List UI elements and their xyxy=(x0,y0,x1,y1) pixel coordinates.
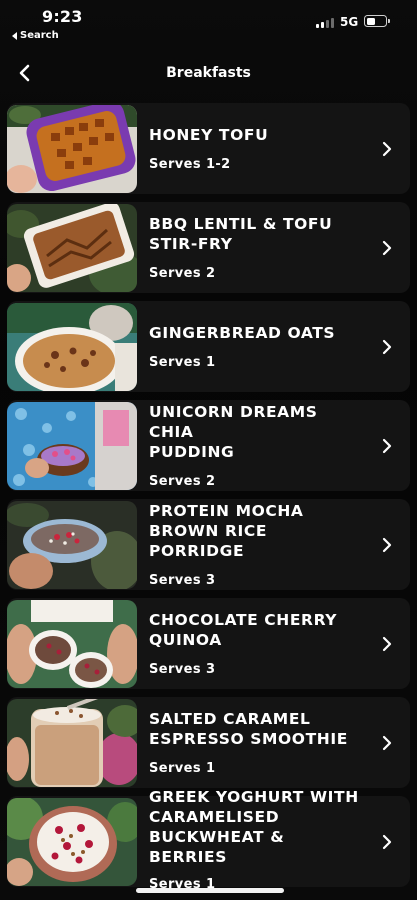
recipe-text: CHOCOLATE CHERRY QUINOA Serves 3 xyxy=(149,598,366,689)
recipe-thumbnail xyxy=(7,204,137,292)
recipe-serves: Serves 1 xyxy=(149,355,216,370)
recipe-card-honey-tofu[interactable]: HONEY TOFU Serves 1-2 xyxy=(7,103,410,194)
recipe-thumbnail xyxy=(7,501,137,589)
recipe-card-greek-yoghurt-caramelised-buckwheat-berries[interactable]: GREEK YOGHURT WITH CARAMELISED BUCKWHEAT… xyxy=(7,788,410,892)
recipe-thumbnail xyxy=(7,798,137,886)
battery-icon xyxy=(364,15,390,27)
chevron-right-icon xyxy=(382,735,392,750)
recipe-card-gingerbread-oats[interactable]: GINGERBREAD OATS Serves 1 xyxy=(7,301,410,392)
screen: 9:23 Search 5G Breakfasts HONEY TOFU Ser… xyxy=(0,0,417,900)
chevron-right-icon xyxy=(382,834,392,849)
recipe-text: UNICORN DREAMS CHIA PUDDING Serves 2 xyxy=(149,400,366,491)
recipe-thumbnail xyxy=(7,600,137,688)
recipe-name: BBQ LENTIL & TOFU STIR-FRY xyxy=(149,215,333,253)
recipe-name: UNICORN DREAMS CHIA PUDDING xyxy=(149,403,318,461)
recipe-serves: Serves 1-2 xyxy=(149,157,231,172)
recipe-thumbnail xyxy=(7,699,137,787)
page-title: Breakfasts xyxy=(166,65,251,81)
recipe-card-protein-mocha-brown-rice-porridge[interactable]: PROTEIN MOCHA BROWN RICE PORRIDGE Serves… xyxy=(7,499,410,590)
recipe-text: PROTEIN MOCHA BROWN RICE PORRIDGE Serves… xyxy=(149,499,366,590)
recipe-name: GINGERBREAD OATS xyxy=(149,324,336,342)
back-triangle-icon xyxy=(12,31,17,40)
recipe-text: GINGERBREAD OATS Serves 1 xyxy=(149,301,366,392)
nav-header: Breakfasts xyxy=(0,52,417,96)
recipe-text: GREEK YOGHURT WITH CARAMELISED BUCKWHEAT… xyxy=(149,788,366,892)
recipe-list: HONEY TOFU Serves 1-2 BBQ LENTIL & TOFU … xyxy=(7,103,410,895)
recipe-name: SALTED CARAMEL ESPRESSO SMOOTHIE xyxy=(149,710,348,748)
recipe-serves: Serves 3 xyxy=(149,662,216,677)
recipe-serves: Serves 2 xyxy=(149,266,216,281)
recipe-card-chocolate-cherry-quinoa[interactable]: CHOCOLATE CHERRY QUINOA Serves 3 xyxy=(7,598,410,689)
network-type: 5G xyxy=(340,15,359,29)
recipe-serves: Serves 2 xyxy=(149,474,216,489)
chevron-right-icon xyxy=(382,438,392,453)
recipe-name: CHOCOLATE CHERRY QUINOA xyxy=(149,611,338,649)
status-bar: 9:23 Search 5G xyxy=(0,0,417,48)
chevron-right-icon xyxy=(382,636,392,651)
recipe-serves: Serves 3 xyxy=(149,573,216,588)
recipe-text: HONEY TOFU Serves 1-2 xyxy=(149,103,366,194)
recipe-serves: Serves 1 xyxy=(149,761,216,776)
cellular-signal-icon xyxy=(316,16,336,28)
recipe-text: SALTED CARAMEL ESPRESSO SMOOTHIE Serves … xyxy=(149,697,366,788)
chevron-right-icon xyxy=(382,339,392,354)
recipe-card-salted-caramel-espresso-smoothie[interactable]: SALTED CARAMEL ESPRESSO SMOOTHIE Serves … xyxy=(7,697,410,788)
chevron-right-icon xyxy=(382,141,392,156)
recipe-name: GREEK YOGHURT WITH CARAMELISED BUCKWHEAT… xyxy=(149,788,359,866)
recipe-text: BBQ LENTIL & TOFU STIR-FRY Serves 2 xyxy=(149,202,366,293)
recipe-thumbnail xyxy=(7,402,137,490)
recipe-thumbnail xyxy=(7,303,137,391)
recipe-card-bbq-lentil-tofu-stir-fry[interactable]: BBQ LENTIL & TOFU STIR-FRY Serves 2 xyxy=(7,202,410,293)
recipe-name: PROTEIN MOCHA BROWN RICE PORRIDGE xyxy=(149,502,304,560)
chevron-right-icon xyxy=(382,240,392,255)
back-to-app-label: Search xyxy=(20,30,59,41)
chevron-right-icon xyxy=(382,537,392,552)
back-to-app-link[interactable]: Search xyxy=(12,30,59,41)
recipe-name: HONEY TOFU xyxy=(149,126,269,144)
recipe-thumbnail xyxy=(7,105,137,193)
status-time: 9:23 xyxy=(42,7,83,26)
recipe-card-unicorn-dreams-chia-pudding[interactable]: UNICORN DREAMS CHIA PUDDING Serves 2 xyxy=(7,400,410,491)
home-indicator[interactable] xyxy=(136,888,284,893)
